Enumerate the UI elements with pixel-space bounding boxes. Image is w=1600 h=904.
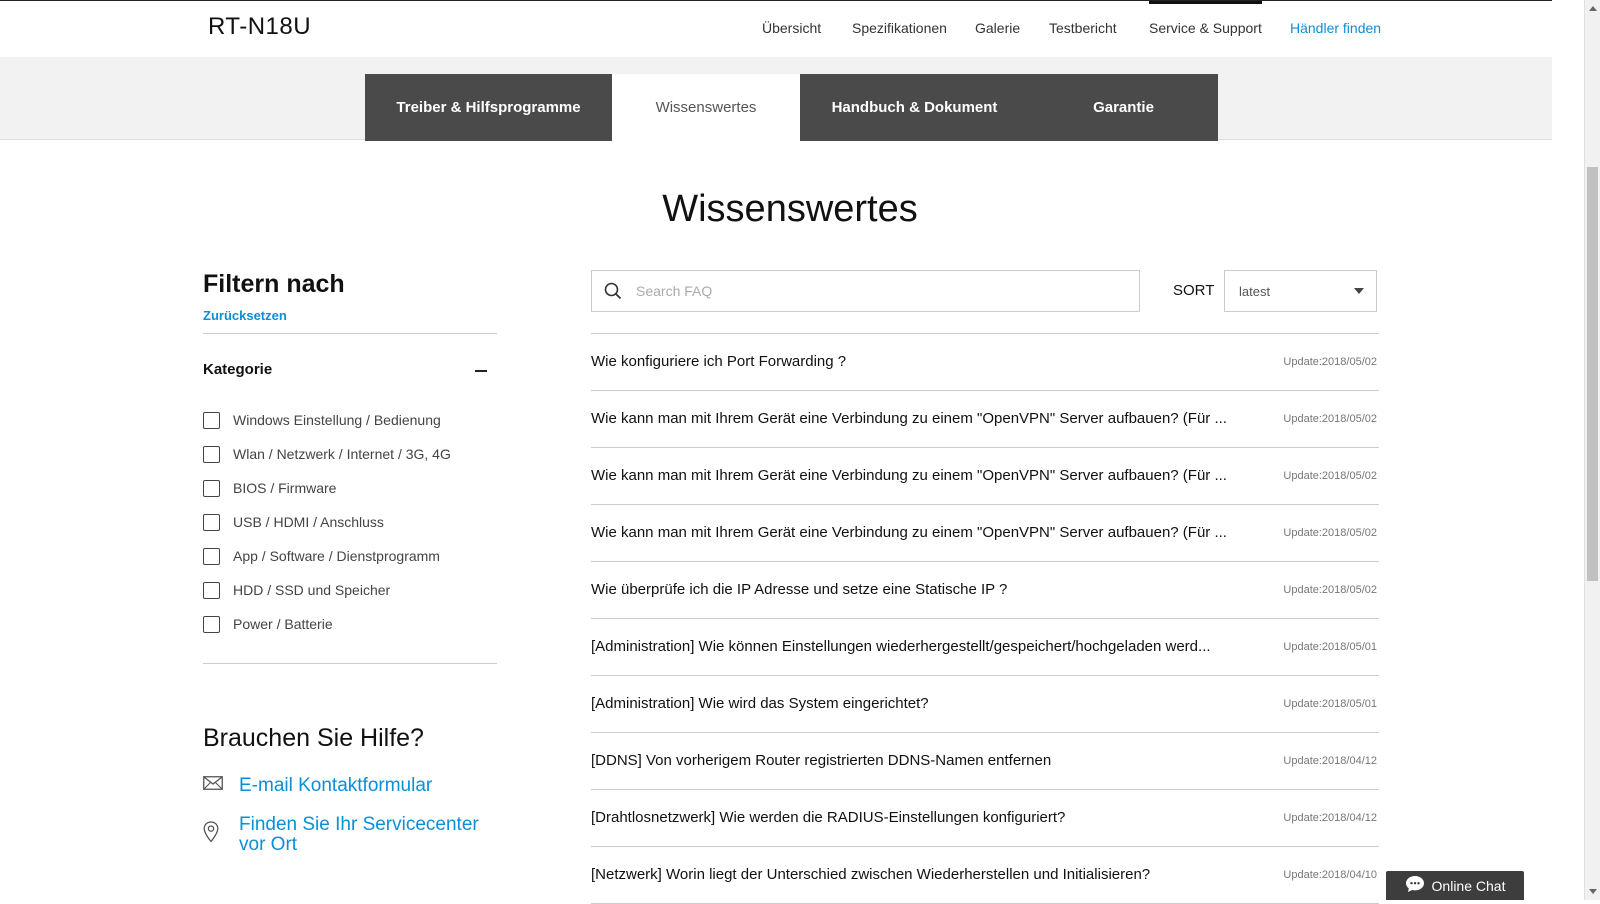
faq-question[interactable]: [Drahtlosnetzwerk] Wie werden die RADIUS… [591,809,1065,826]
service-center-link[interactable]: Finden Sie Ihr Servicecenter vor Ort [203,815,489,855]
nav-overview[interactable]: Übersicht [762,20,821,36]
category-checkbox[interactable] [203,479,220,497]
chat-label: Online Chat [1431,877,1506,894]
location-pin-icon [203,815,239,843]
tab-warranty[interactable]: Garantie [1029,74,1218,141]
faq-question[interactable]: Wie kann man mit Ihrem Gerät eine Verbin… [591,524,1227,541]
nav-specifications[interactable]: Spezifikationen [852,20,947,36]
service-link-label: Finden Sie Ihr Servicecenter vor Ort [239,814,479,855]
faq-row[interactable]: Wie kann man mit Ihrem Gerät eine Verbin… [591,505,1379,562]
search-icon [592,282,634,300]
category-item[interactable]: USB / HDMI / Anschluss [203,505,497,539]
faq-row[interactable]: [Administration] Wie können Einstellunge… [591,619,1379,676]
online-chat-button[interactable]: Online Chat [1386,871,1524,900]
faq-date: Update:2018/04/12 [1283,812,1377,824]
tab-knowledge[interactable]: Wissenswertes [612,74,800,141]
category-item-label: USB / HDMI / Anschluss [233,514,384,530]
category-item[interactable]: Power / Batterie [203,607,497,641]
category-item-label: HDD / SSD und Speicher [233,582,391,598]
faq-row[interactable]: [Netzwerk] Worin liegt der Unterschied z… [591,847,1379,904]
category-label: Kategorie [203,361,273,378]
tab-drivers[interactable]: Treiber & Hilfsprogramme [365,74,612,141]
category-item[interactable]: HDD / SSD und Speicher [203,573,497,607]
category-item[interactable]: BIOS / Firmware [203,471,497,505]
category-header: Kategorie [203,361,497,381]
nav-service-support[interactable]: Service & Support [1149,1,1262,36]
divider [203,333,497,334]
faq-row[interactable]: [Drahtlosnetzwerk] Wie werden die RADIUS… [591,790,1379,847]
filter-title: Filtern nach [203,270,345,298]
category-item-label: Windows Einstellung / Bedienung [233,412,441,428]
faq-date: Update:2018/05/01 [1283,698,1377,710]
faq-question[interactable]: [DDNS] Von vorherigem Router registriert… [591,752,1051,769]
email-contact-link[interactable]: E-mail Kontaktformular [203,776,489,796]
support-tabs: Treiber & Hilfsprogramme Wissenswertes H… [365,74,1218,141]
category-checkbox[interactable] [203,615,220,633]
faq-question[interactable]: [Administration] Wie wird das System ein… [591,695,929,712]
faq-question[interactable]: Wie konfiguriere ich Port Forwarding ? [591,353,846,370]
sort-label: SORT [1173,282,1215,299]
category-item-label: Wlan / Netzwerk / Internet / 3G, 4G [233,446,451,462]
category-checkbox[interactable] [203,445,220,463]
nav-review[interactable]: Testbericht [1049,20,1117,36]
category-item[interactable]: Wlan / Netzwerk / Internet / 3G, 4G [203,437,497,471]
category-list: Windows Einstellung / Bedienung Wlan / N… [203,403,497,641]
scroll-up-arrow-icon[interactable] [1589,6,1597,11]
category-checkbox[interactable] [203,513,220,531]
faq-question[interactable]: Wie überprüfe ich die IP Adresse und set… [591,581,1007,598]
faq-date: Update:2018/04/12 [1283,755,1377,767]
faq-date: Update:2018/05/02 [1283,356,1377,368]
faq-date: Update:2018/05/02 [1283,413,1377,425]
category-checkbox[interactable] [203,581,220,599]
faq-row[interactable]: [DDNS] Von vorherigem Router registriert… [591,733,1379,790]
faq-date: Update:2018/05/02 [1283,584,1377,596]
nav-find-dealer[interactable]: Händler finden [1290,20,1381,36]
faq-question[interactable]: [Netzwerk] Worin liegt der Unterschied z… [591,866,1150,883]
email-link-label: E-mail Kontaktformular [239,775,433,796]
divider [203,663,497,664]
category-checkbox[interactable] [203,411,220,429]
category-item-label: Power / Batterie [233,616,333,632]
caret-down-icon [1354,288,1364,294]
scroll-thumb[interactable] [1587,167,1598,581]
nav-gallery[interactable]: Galerie [975,20,1020,36]
faq-row[interactable]: Wie kann man mit Ihrem Gerät eine Verbin… [591,391,1379,448]
tab-manual[interactable]: Handbuch & Dokument [800,74,1029,141]
filter-sidebar: Filtern nach Zurücksetzen Kategorie Wind… [203,270,497,664]
chat-bubble-icon [1405,875,1425,896]
category-item[interactable]: App / Software / Dienstprogramm [203,539,497,573]
faq-date: Update:2018/04/10 [1283,869,1377,881]
scroll-down-arrow-icon[interactable] [1589,889,1597,894]
faq-date: Update:2018/05/02 [1283,470,1377,482]
faq-row[interactable]: Wie konfiguriere ich Port Forwarding ? Up… [591,334,1379,391]
page-title: Wissenswertes [662,188,918,230]
faq-date: Update:2018/05/01 [1283,641,1377,653]
sort-dropdown[interactable]: latest [1224,270,1377,312]
faq-question[interactable]: Wie kann man mit Ihrem Gerät eine Verbin… [591,410,1227,427]
search-input[interactable] [634,282,1139,300]
reset-filter-link[interactable]: Zurücksetzen [203,308,497,323]
faq-row[interactable]: Wie überprüfe ich die IP Adresse und set… [591,562,1379,619]
faq-search-box[interactable] [591,270,1140,312]
top-header: RT-N18U Übersicht Spezifikationen Galeri… [0,0,1552,58]
category-item-label: App / Software / Dienstprogramm [233,548,440,564]
collapse-minus-icon[interactable] [475,370,487,372]
category-item[interactable]: Windows Einstellung / Bedienung [203,403,497,437]
page-scrollbar[interactable] [1584,0,1600,900]
sort-value: latest [1239,283,1271,299]
envelope-icon [203,776,239,790]
faq-row[interactable]: [Administration] Wie wird das System ein… [591,676,1379,733]
category-checkbox[interactable] [203,547,220,565]
faq-date: Update:2018/05/02 [1283,527,1377,539]
faq-question[interactable]: [Administration] Wie können Einstellunge… [591,638,1211,655]
help-title: Brauchen Sie Hilfe? [203,724,424,752]
top-nav: Übersicht Spezifikationen Galerie Testbe… [0,1,1552,50]
faq-list: Wie konfiguriere ich Port Forwarding ? Up… [591,333,1379,904]
category-item-label: BIOS / Firmware [233,480,337,496]
faq-question[interactable]: Wie kann man mit Ihrem Gerät eine Verbin… [591,467,1227,484]
faq-row[interactable]: Wie kann man mit Ihrem Gerät eine Verbin… [591,448,1379,505]
